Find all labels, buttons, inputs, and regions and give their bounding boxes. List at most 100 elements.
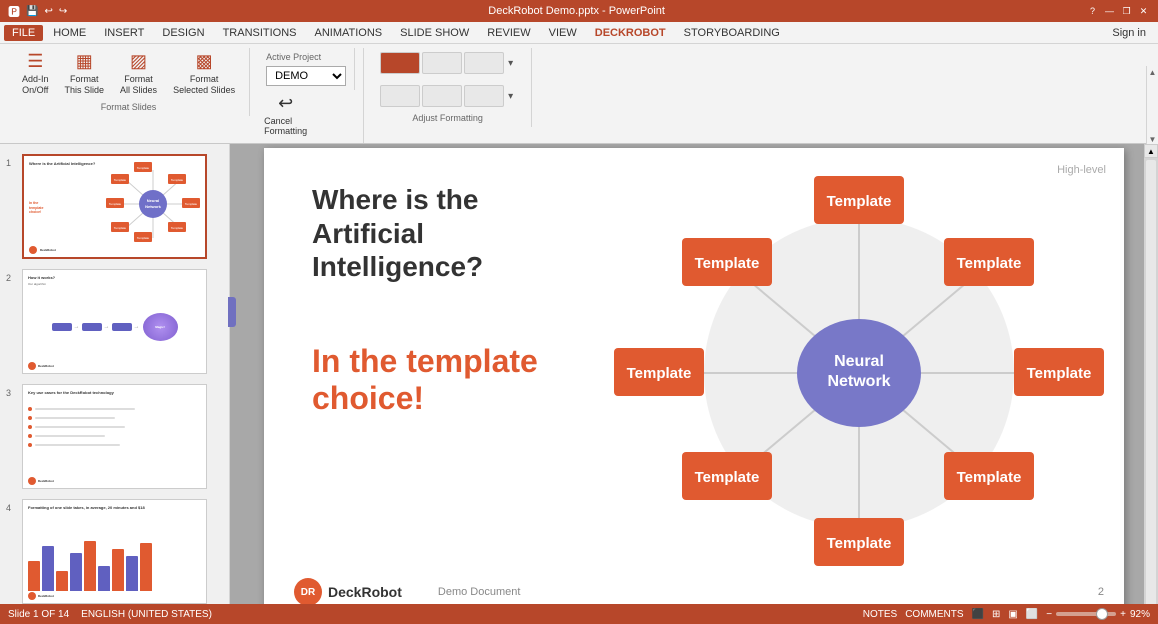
status-right: NOTES COMMENTS ⬛ ⊞ ▣ ⬜ − + 92% bbox=[863, 609, 1150, 620]
ribbon-scroll-up[interactable]: ▲ bbox=[1147, 66, 1158, 79]
thumb4-chart bbox=[28, 536, 201, 591]
slide-thumb-2[interactable]: 2 How it works? Our algorithm → → → Magi… bbox=[4, 267, 225, 376]
slide-thumb-1[interactable]: 1 Where is the Artificial Intelligence? … bbox=[4, 152, 225, 261]
quick-access-save[interactable]: 💾 bbox=[26, 6, 38, 17]
menu-insert[interactable]: INSERT bbox=[96, 25, 152, 41]
svg-text:Template: Template bbox=[957, 469, 1022, 486]
adj-icon-1[interactable] bbox=[380, 52, 420, 74]
menu-animations[interactable]: ANIMATIONS bbox=[307, 25, 391, 41]
bar-3 bbox=[56, 571, 68, 591]
help-button[interactable]: ? bbox=[1086, 5, 1099, 18]
thumb3-line-3 bbox=[35, 426, 125, 428]
thumb4-logo-text: DeckRobot bbox=[38, 594, 54, 598]
thumb2-magic-circle: Magic! bbox=[143, 313, 178, 341]
thumb2-step-1 bbox=[52, 323, 72, 331]
logo-text: DeckRobot bbox=[328, 584, 402, 600]
scroll-bar-right: ▲ ▼ bbox=[1144, 144, 1158, 622]
adj-icon-2[interactable] bbox=[422, 52, 462, 74]
adj-icon-3[interactable] bbox=[464, 52, 504, 74]
svg-text:Neural: Neural bbox=[147, 198, 159, 203]
zoom-out-button[interactable]: − bbox=[1046, 609, 1052, 620]
active-project-select[interactable]: DEMO bbox=[266, 66, 346, 86]
format-this-label: FormatThis Slide bbox=[65, 74, 105, 96]
thumb4-logo bbox=[28, 592, 36, 600]
minimize-button[interactable]: — bbox=[1103, 5, 1116, 18]
bar-2 bbox=[42, 546, 54, 591]
maximize-button[interactable]: ❐ bbox=[1120, 5, 1133, 18]
svg-text:Neural: Neural bbox=[834, 353, 884, 370]
bar-4 bbox=[70, 553, 82, 591]
neural-diagram: Neural Network Template Template Templat… bbox=[614, 158, 1104, 588]
menu-home[interactable]: HOME bbox=[45, 25, 94, 41]
ribbon-format-buttons: ☰ Add-InOn/Off ▦ FormatThis Slide ▨ Form… bbox=[16, 48, 241, 99]
sign-in-button[interactable]: Sign in bbox=[1104, 25, 1154, 41]
adj-expand-1[interactable]: ▾ bbox=[506, 56, 515, 71]
menu-deckrobot[interactable]: DECKROBOT bbox=[587, 25, 674, 41]
close-button[interactable]: ✕ bbox=[1137, 5, 1150, 18]
view-presenter[interactable]: ⬜ bbox=[1026, 609, 1038, 620]
scroll-up-button[interactable]: ▲ bbox=[1144, 144, 1158, 158]
menu-transitions[interactable]: TRANSITIONS bbox=[215, 25, 305, 41]
menu-review[interactable]: REVIEW bbox=[479, 25, 538, 41]
menu-file[interactable]: FILE bbox=[4, 25, 43, 41]
thumb1-bottom: DeckRobot bbox=[29, 246, 56, 254]
menu-slideshow[interactable]: SLIDE SHOW bbox=[392, 25, 477, 41]
quick-access-redo[interactable]: ↪ bbox=[59, 6, 67, 17]
thumb1-subtitle: In thetemplatechoice! bbox=[29, 201, 43, 215]
adj-icon-4[interactable] bbox=[380, 85, 420, 107]
adj-expand-2[interactable]: ▾ bbox=[506, 89, 515, 104]
slide-thumbnail-1: Where is the Artificial Intelligence? In… bbox=[22, 154, 207, 259]
svg-text:Template: Template bbox=[627, 365, 692, 382]
slide-thumbnail-2: How it works? Our algorithm → → → Magic! bbox=[22, 269, 207, 374]
cancel-icon: ↩ bbox=[278, 93, 293, 114]
view-slide-sorter[interactable]: ⊞ bbox=[992, 609, 1000, 620]
zoom-in-button[interactable]: + bbox=[1120, 609, 1126, 620]
zoom-slider[interactable] bbox=[1056, 612, 1116, 616]
menu-view[interactable]: VIEW bbox=[541, 25, 585, 41]
scroll-track[interactable] bbox=[1146, 160, 1156, 606]
window-controls: ? — ❐ ✕ bbox=[1086, 5, 1150, 18]
view-normal[interactable]: ⬛ bbox=[972, 609, 984, 620]
comments-button[interactable]: COMMENTS bbox=[905, 609, 963, 620]
slide-subtitle: In the template choice! bbox=[312, 343, 592, 417]
adjust-icons-container: ▾ ▾ bbox=[372, 48, 523, 111]
thumb3-line-4 bbox=[35, 435, 105, 437]
thumb3-logo-text: DeckRobot bbox=[38, 479, 54, 483]
bar-5 bbox=[84, 541, 96, 591]
format-all-label: FormatAll Slides bbox=[120, 74, 157, 96]
adj-icon-6[interactable] bbox=[464, 85, 504, 107]
slide-thumbnail-4: Formatting of one slide takes, in averag… bbox=[22, 499, 207, 604]
thumb3-line-1 bbox=[35, 408, 135, 410]
notes-button[interactable]: NOTES bbox=[863, 609, 897, 620]
format-selected-label: FormatSelected Slides bbox=[173, 74, 235, 96]
menu-storyboarding[interactable]: STORYBOARDING bbox=[676, 25, 788, 41]
format-slides-group-label: Format Slides bbox=[101, 102, 157, 112]
slide-thumbnail-3: Key use cases for the DeckRobot technolo… bbox=[22, 384, 207, 489]
cancel-label: CancelFormatting bbox=[264, 116, 307, 136]
panel-indicator[interactable] bbox=[228, 297, 236, 327]
format-selected-button[interactable]: ▩ FormatSelected Slides bbox=[167, 48, 241, 99]
format-this-slide-button[interactable]: ▦ FormatThis Slide bbox=[59, 48, 111, 99]
adjust-icons-row1: ▾ bbox=[372, 48, 523, 78]
quick-access-undo[interactable]: ↩ bbox=[44, 6, 52, 17]
thumb1-title: Where is the Artificial Intelligence? bbox=[29, 161, 99, 166]
format-this-icon: ▦ bbox=[76, 51, 93, 72]
adj-icon-5[interactable] bbox=[422, 85, 462, 107]
bar-7 bbox=[112, 549, 124, 591]
svg-text:Template: Template bbox=[171, 178, 184, 182]
thumb3-line-5 bbox=[35, 444, 120, 446]
svg-text:Template: Template bbox=[171, 226, 184, 230]
svg-text:Template: Template bbox=[827, 193, 892, 210]
ribbon-group-adjust: ▾ ▾ Adjust Formatting bbox=[364, 48, 532, 127]
svg-text:Template: Template bbox=[695, 469, 760, 486]
menu-design[interactable]: DESIGN bbox=[154, 25, 212, 41]
cancel-formatting-button[interactable]: ↩ CancelFormatting bbox=[258, 90, 313, 139]
view-reading[interactable]: ▣ bbox=[1008, 609, 1017, 620]
thumb2-step-2 bbox=[82, 323, 102, 331]
add-in-off-button[interactable]: ☰ Add-InOn/Off bbox=[16, 48, 55, 99]
slide-thumb-4[interactable]: 4 Formatting of one slide takes, in aver… bbox=[4, 497, 225, 606]
slide-thumb-3[interactable]: 3 Key use cases for the DeckRobot techno… bbox=[4, 382, 225, 491]
format-all-slides-button[interactable]: ▨ FormatAll Slides bbox=[114, 48, 163, 99]
bar-8 bbox=[126, 556, 138, 591]
thumb2-flow: → → → bbox=[52, 323, 140, 331]
